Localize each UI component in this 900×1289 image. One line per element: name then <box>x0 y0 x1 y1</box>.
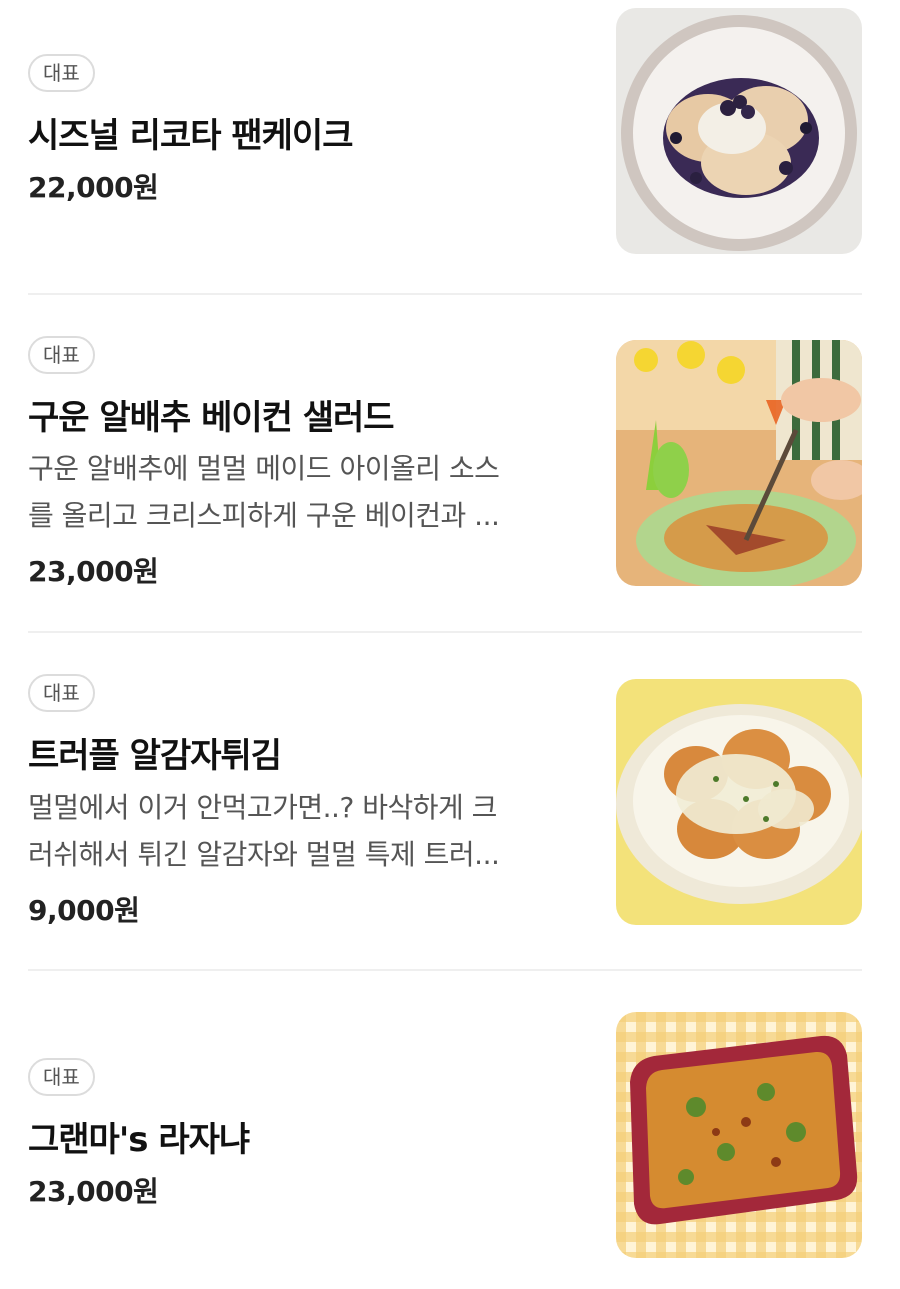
menu-item[interactable]: 대표 구운 알배추 베이컨 샐러드 구운 알배추에 멀멀 메이드 아이올리 소스… <box>0 296 900 632</box>
menu-item-price: 9,000원 <box>28 894 140 927</box>
menu-item-price: 23,000원 <box>28 1175 159 1208</box>
pancake-image <box>616 8 862 254</box>
potato-image <box>616 679 862 925</box>
signature-badge: 대표 <box>28 54 95 92</box>
menu-item[interactable]: 대표 트러플 알감자튀김 멀멀에서 이거 안먹고가면..? 바삭하게 크 러쉬해… <box>0 634 900 970</box>
menu-item-name: 트러플 알감자튀김 <box>28 736 282 776</box>
menu-item-photo[interactable] <box>616 679 862 925</box>
item-divider <box>28 969 862 971</box>
menu-item-name: 시즈널 리코타 팬케이크 <box>28 116 353 156</box>
menu-item-photo[interactable] <box>616 8 862 254</box>
menu-list: 대표 시즈널 리코타 팬케이크 22,000원 대표 구운 알배추 베이컨 샐러… <box>0 0 900 1289</box>
item-divider <box>28 631 862 633</box>
menu-item-photo[interactable] <box>616 340 862 586</box>
menu-item-photo[interactable] <box>616 1012 862 1258</box>
signature-badge: 대표 <box>28 336 95 374</box>
signature-badge: 대표 <box>28 1058 95 1096</box>
menu-item-name: 구운 알배추 베이컨 샐러드 <box>28 398 395 438</box>
description-line: 러쉬해서 튀긴 알감자와 멀멀 특제 트러... <box>28 838 500 871</box>
menu-item-description: 멀멀에서 이거 안먹고가면..? 바삭하게 크 러쉬해서 튀긴 알감자와 멀멀 … <box>28 784 588 878</box>
description-line: 를 올리고 크리스피하게 구운 베이컨과 ... <box>28 499 500 532</box>
item-divider <box>28 293 862 295</box>
menu-item-description: 구운 알배추에 멀멀 메이드 아이올리 소스 를 올리고 크리스피하게 구운 베… <box>28 445 588 539</box>
menu-item[interactable]: 대표 그랜마's 라자냐 23,000원 <box>0 972 900 1289</box>
menu-item-name: 그랜마's 라자냐 <box>28 1120 250 1160</box>
description-line: 멀멀에서 이거 안먹고가면..? 바삭하게 크 <box>28 791 497 824</box>
lasagna-image <box>616 1012 862 1258</box>
menu-item-price: 23,000원 <box>28 555 159 588</box>
signature-badge: 대표 <box>28 674 95 712</box>
description-line: 구운 알배추에 멀멀 메이드 아이올리 소스 <box>28 452 500 485</box>
salad-image <box>616 340 862 586</box>
menu-item-price: 22,000원 <box>28 171 159 204</box>
menu-item[interactable]: 대표 시즈널 리코타 팬케이크 22,000원 <box>0 0 900 294</box>
